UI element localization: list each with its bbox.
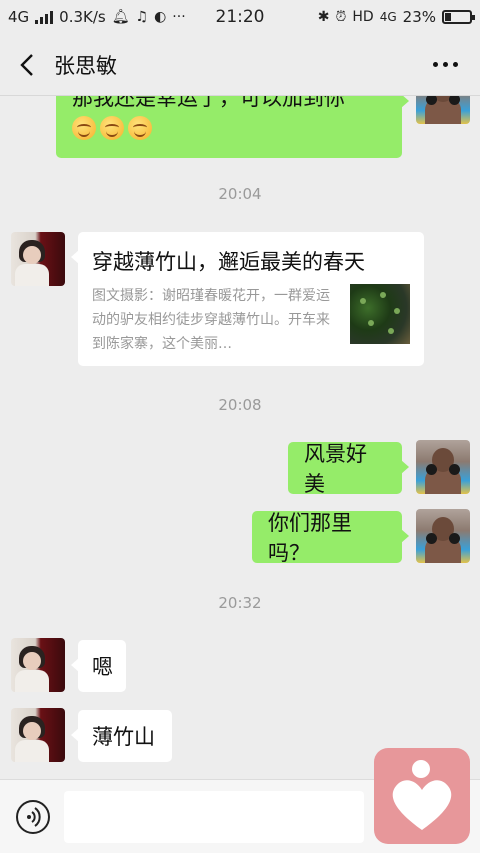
contact-name: 张思敏 (54, 54, 117, 78)
bluetooth-icon: ✱ (317, 9, 330, 25)
avatar-contact[interactable] (11, 708, 65, 762)
message-text: 薄竹山 (92, 725, 155, 749)
shared-article-card[interactable]: 穿越薄竹山，邂逅最美的春天 图文摄影：谢昭瑾春暖花开，一群爱运动的驴友相约徒步穿… (71, 232, 424, 366)
message-input[interactable] (64, 791, 364, 843)
battery-percent: 23% (402, 8, 436, 26)
voice-input-icon[interactable] (16, 800, 50, 834)
timestamp: 20:08 (218, 396, 262, 414)
avatar-contact[interactable] (11, 638, 65, 692)
timestamp: 20:04 (218, 185, 262, 203)
article-thumbnail (350, 284, 410, 344)
avatar-self[interactable] (416, 509, 470, 563)
status-bar: 4G 0.3K/s 🔔︎ ♫ ◐ ··· 21:20 ✱ ⏰︎ HD 4G 23… (0, 0, 480, 34)
message-text: 嗯 (92, 655, 113, 679)
alarm-icon: ⏰︎ (335, 9, 347, 25)
battery-icon (442, 10, 475, 24)
back-arrow-icon[interactable] (16, 52, 40, 78)
smile-emoji-icon (72, 116, 96, 140)
timestamp: 20:32 (218, 594, 262, 612)
chat-header: 张思敏 (0, 34, 480, 96)
message-bubble-self[interactable]: 你们那里吗？ (252, 511, 409, 565)
smile-emoji-icon (100, 116, 124, 140)
more-options-icon[interactable] (433, 62, 458, 67)
message-text: 风景好美 (304, 442, 367, 496)
article-description: 图文摄影：谢昭瑾春暖花开，一群爱运动的驴友相约徒步穿越薄竹山。开车来到陈家寨，这… (92, 288, 330, 352)
message-bubble-contact[interactable]: 嗯 (71, 640, 126, 692)
message-bubble-contact[interactable]: 薄竹山 (71, 710, 172, 762)
chat-area[interactable]: 那我还是幸运了，可以加到你 20:04 20:08 风景好美 你们那里吗？ 20… (0, 34, 480, 779)
hd-label: HD (352, 9, 374, 25)
smile-emoji-icon (128, 116, 152, 140)
article-title: 穿越薄竹山，邂逅最美的春天 (92, 250, 365, 274)
avatar-self[interactable] (416, 440, 470, 494)
message-bubble-self[interactable]: 风景好美 (288, 442, 409, 496)
network-type-right: 4G (379, 10, 397, 24)
floating-heart-logo[interactable] (374, 748, 470, 844)
avatar-contact[interactable] (11, 232, 65, 286)
message-text: 你们那里吗？ (268, 511, 352, 565)
